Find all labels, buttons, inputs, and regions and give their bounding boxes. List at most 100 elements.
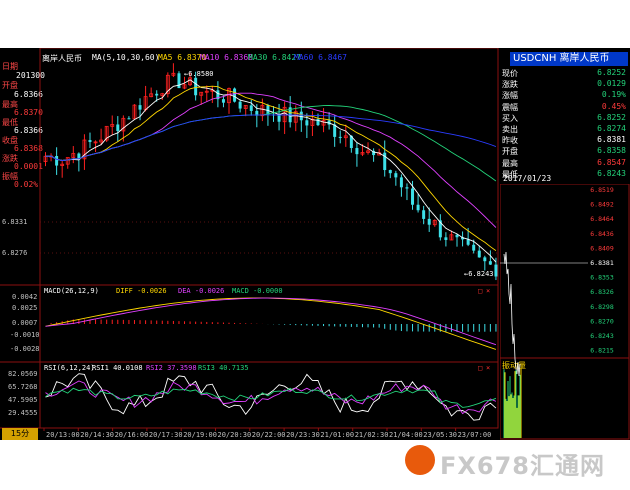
mini-axis-tick: 6.8381 xyxy=(590,259,614,267)
candle-body xyxy=(194,77,198,96)
quote-row: 买入 6.8252 xyxy=(502,113,628,123)
mini-axis: 6.8519 6.8492 6.8464 6.8436 6.8409 6.8381 6.83… xyxy=(500,186,614,355)
macd-close-icon[interactable]: × xyxy=(486,287,490,295)
mini-axis-tick: 6.8519 xyxy=(590,186,614,194)
candle-body xyxy=(249,105,253,111)
quote-row: 现价 6.8252 xyxy=(502,68,628,78)
macd-tick-2: 0.0007 xyxy=(12,319,37,327)
candle-body xyxy=(299,111,303,121)
quote-row: 昨收 6.8381 xyxy=(502,135,628,145)
candle-body xyxy=(399,177,403,188)
time-tick: 23/05:30 xyxy=(423,431,457,439)
candle-body xyxy=(388,170,392,174)
mini-axis-tick: 6.8436 xyxy=(590,230,614,238)
candle-body xyxy=(116,124,120,131)
mini-axis-tick: 6.8270 xyxy=(590,317,614,325)
time-tick: 20/13:00 xyxy=(46,431,80,439)
rsi-line xyxy=(45,373,497,421)
mini-axis-tick: 6.8298 xyxy=(590,303,614,311)
moving-average-lines xyxy=(45,79,497,263)
mini-axis-tick: 6.8353 xyxy=(590,274,614,282)
macd-minimize-icon[interactable]: □ xyxy=(478,287,482,295)
candlestick-series xyxy=(43,63,498,281)
candle-body xyxy=(277,115,281,122)
mini-axis-tick: 6.8326 xyxy=(590,288,614,296)
time-tick: 20/19:00 xyxy=(183,431,217,439)
quote-label: 涨跌 xyxy=(502,80,518,90)
candle-body xyxy=(221,99,225,103)
macd-line xyxy=(45,297,497,346)
rsi-tick-3: 29.4555 xyxy=(8,409,38,417)
mini-chart-date: 2017/01/23 xyxy=(503,174,552,183)
quote-row: 开盘 6.8358 xyxy=(502,146,628,156)
candle-body xyxy=(422,210,426,219)
quote-value: 6.8274 xyxy=(597,124,626,133)
candle-body xyxy=(427,218,431,225)
mini-axis-tick: 6.8243 xyxy=(590,332,614,340)
rsi1-value: RSI1 40.0108 xyxy=(92,364,143,372)
candle-body xyxy=(394,173,398,178)
rsi2-value: RSI2 37.3598 xyxy=(146,364,197,372)
quote-label: 卖出 xyxy=(502,125,518,134)
rsi-close-icon[interactable]: × xyxy=(486,364,490,372)
candle-body xyxy=(494,264,498,277)
quote-row: 涨幅 0.19% xyxy=(502,90,628,100)
quote-label: 震幅 xyxy=(502,102,518,112)
quote-label: 最高 xyxy=(502,158,518,168)
macd-diff: DIFF -0.0026 xyxy=(116,287,167,295)
time-tick: 20/23:30 xyxy=(286,431,320,439)
quote-label: 现价 xyxy=(502,69,518,78)
candle-body xyxy=(138,105,142,110)
rsi-title: RSI(6,12,24) xyxy=(44,364,95,372)
mini-axis-tick: 6.8492 xyxy=(590,201,614,209)
time-tick: 20/22:00 xyxy=(252,431,286,439)
candle-body xyxy=(127,118,131,120)
ma-line xyxy=(45,105,497,182)
mini-volume-bars xyxy=(503,368,522,438)
quote-value: 6.8252 xyxy=(597,112,626,122)
candle-body xyxy=(416,204,420,211)
quote-label: 昨收 xyxy=(502,136,518,146)
quote-value: 0.45% xyxy=(601,101,626,111)
quote-label: 开盘 xyxy=(502,147,518,157)
time-tick: 21/04:00 xyxy=(389,431,423,439)
quote-value: 6.8358 xyxy=(597,146,626,156)
time-tick: 20/14:30 xyxy=(80,431,114,439)
main-chart[interactable]: 6.8331 6.8276 ←6.8580 ←6.8243 MACD(26,12… xyxy=(0,48,500,440)
macd-line xyxy=(45,297,497,350)
watermark-text: FX678汇通网 xyxy=(440,452,605,480)
mini-intraday-line xyxy=(503,251,521,377)
quote-row: 最高 6.8547 xyxy=(502,158,628,168)
time-tick: 20/16:00 xyxy=(115,431,149,439)
mini-axis-tick: 6.8464 xyxy=(590,215,614,223)
mini-price-line xyxy=(503,251,521,377)
candle-body xyxy=(405,187,409,189)
time-tick: 20/20:30 xyxy=(218,431,252,439)
quote-value: 0.0129 xyxy=(597,79,626,89)
trading-app: 离岸人民币 MA(5,10,30,60) MA5 6.8370 MA10 6.8… xyxy=(0,48,630,440)
rsi-line xyxy=(45,380,497,415)
candle-body xyxy=(483,257,487,262)
quote-panel-title: USDCNH 离岸人民币 xyxy=(510,52,628,66)
quote-row: 涨跌 0.0129 xyxy=(502,79,628,89)
quote-value: 6.8547 xyxy=(597,157,626,167)
candle-body xyxy=(233,88,237,102)
macd-lines xyxy=(45,297,497,350)
quote-name: 离岸人民币 xyxy=(559,53,610,64)
candle-body xyxy=(472,244,476,251)
candle-body xyxy=(477,250,481,258)
rsi3-value: RSI3 40.7135 xyxy=(198,364,249,372)
ma-line xyxy=(45,85,497,251)
rsi-minimize-icon[interactable]: □ xyxy=(478,364,482,372)
macd-tick-0: 0.0042 xyxy=(12,293,37,301)
candle-body xyxy=(488,261,492,265)
mini-chart[interactable]: 振动量 6.8519 6.8492 6.8464 6.8436 6.8409 6.8381… xyxy=(500,184,630,440)
macd-title: MACD(26,12,9) xyxy=(44,287,99,295)
period-15min-button[interactable]: 15分 xyxy=(2,428,38,440)
candle-body xyxy=(338,136,342,138)
candle-body xyxy=(55,156,59,166)
rsi-tick-0: 82.0569 xyxy=(8,370,38,378)
quote-value: 0.19% xyxy=(601,90,626,100)
quote-row: 震幅 0.45% xyxy=(502,102,628,112)
macd-tick-1: 0.0025 xyxy=(12,304,37,312)
